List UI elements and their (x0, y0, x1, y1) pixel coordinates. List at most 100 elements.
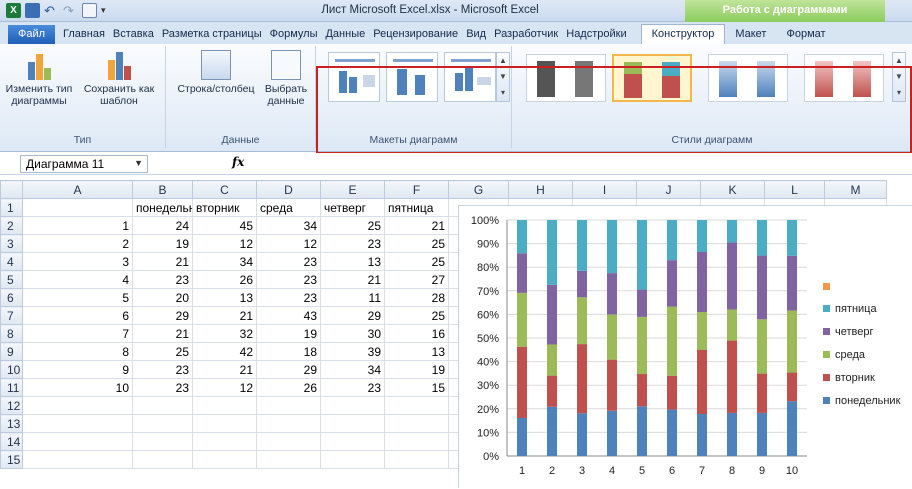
tab-data[interactable]: Данные (321, 25, 369, 44)
cell-F8[interactable]: 16 (384, 324, 449, 343)
tab-review[interactable]: Рецензирование (369, 25, 462, 44)
row-header-12[interactable]: 12 (0, 396, 23, 415)
cell-E2[interactable]: 25 (320, 216, 385, 235)
cell-C8[interactable]: 32 (192, 324, 257, 343)
tab-format[interactable]: Формат (776, 25, 835, 44)
cell-B8[interactable]: 21 (132, 324, 193, 343)
cell-B3[interactable]: 19 (132, 234, 193, 253)
cell-F5[interactable]: 27 (384, 270, 449, 289)
cell-A14[interactable] (22, 432, 133, 451)
row-header-14[interactable]: 14 (0, 432, 23, 451)
cell-E13[interactable] (320, 414, 385, 433)
cell-F10[interactable]: 19 (384, 360, 449, 379)
select-all-corner[interactable] (0, 180, 23, 199)
cell-D6[interactable]: 23 (256, 288, 321, 307)
cell-E1[interactable]: четверг (320, 198, 385, 217)
cell-D15[interactable] (256, 450, 321, 469)
cell-D5[interactable]: 23 (256, 270, 321, 289)
tab-developer[interactable]: Разработчик (490, 25, 562, 44)
row-header-8[interactable]: 8 (0, 324, 23, 343)
cell-F7[interactable]: 25 (384, 306, 449, 325)
cell-C10[interactable]: 21 (192, 360, 257, 379)
cell-F3[interactable]: 25 (384, 234, 449, 253)
cell-C11[interactable]: 12 (192, 378, 257, 397)
cell-A15[interactable] (22, 450, 133, 469)
cell-A7[interactable]: 6 (22, 306, 133, 325)
cell-B9[interactable]: 25 (132, 342, 193, 361)
tab-view[interactable]: Вид (462, 25, 490, 44)
tab-home[interactable]: Главная (59, 25, 109, 44)
cell-F11[interactable]: 15 (384, 378, 449, 397)
cell-D2[interactable]: 34 (256, 216, 321, 235)
redo-icon[interactable]: ↷ (63, 3, 78, 18)
cell-E7[interactable]: 29 (320, 306, 385, 325)
tab-addins[interactable]: Надстройки (562, 25, 630, 44)
column-header-G[interactable]: G (448, 180, 509, 199)
row-header-3[interactable]: 3 (0, 234, 23, 253)
cell-C12[interactable] (192, 396, 257, 415)
switch-row-column-button[interactable]: Строка/столбец (174, 50, 258, 95)
cell-C3[interactable]: 12 (192, 234, 257, 253)
cell-B5[interactable]: 23 (132, 270, 193, 289)
tab-layout[interactable]: Макет (725, 25, 776, 44)
cell-B2[interactable]: 24 (132, 216, 193, 235)
column-header-I[interactable]: I (572, 180, 637, 199)
cell-A3[interactable]: 2 (22, 234, 133, 253)
row-header-15[interactable]: 15 (0, 450, 23, 469)
customize-toolbar-icon[interactable]: ▾ (101, 3, 116, 18)
cell-D14[interactable] (256, 432, 321, 451)
select-data-button[interactable]: Выбрать данные (260, 50, 312, 107)
cell-F2[interactable]: 21 (384, 216, 449, 235)
cell-C5[interactable]: 26 (192, 270, 257, 289)
column-header-A[interactable]: A (22, 180, 133, 199)
row-header-6[interactable]: 6 (0, 288, 23, 307)
column-header-M[interactable]: M (824, 180, 887, 199)
tab-formulas[interactable]: Формулы (266, 25, 322, 44)
row-header-13[interactable]: 13 (0, 414, 23, 433)
cell-A2[interactable]: 1 (22, 216, 133, 235)
cell-D7[interactable]: 43 (256, 306, 321, 325)
cell-E8[interactable]: 30 (320, 324, 385, 343)
column-header-K[interactable]: K (700, 180, 765, 199)
undo-icon[interactable]: ↶ (44, 3, 59, 18)
column-header-F[interactable]: F (384, 180, 449, 199)
cell-A5[interactable]: 4 (22, 270, 133, 289)
tab-page-layout[interactable]: Разметка страницы (158, 25, 266, 44)
cell-F6[interactable]: 28 (384, 288, 449, 307)
cell-A4[interactable]: 3 (22, 252, 133, 271)
cell-B7[interactable]: 29 (132, 306, 193, 325)
cell-F1[interactable]: пятница (384, 198, 449, 217)
cell-A9[interactable]: 8 (22, 342, 133, 361)
cell-A8[interactable]: 7 (22, 324, 133, 343)
save-icon[interactable] (25, 3, 40, 18)
column-header-C[interactable]: C (192, 180, 257, 199)
cell-F4[interactable]: 25 (384, 252, 449, 271)
row-header-11[interactable]: 11 (0, 378, 23, 397)
cell-B15[interactable] (132, 450, 193, 469)
cell-E10[interactable]: 34 (320, 360, 385, 379)
cell-F13[interactable] (384, 414, 449, 433)
cell-D3[interactable]: 12 (256, 234, 321, 253)
cell-A10[interactable]: 9 (22, 360, 133, 379)
cell-A1[interactable] (22, 198, 133, 217)
cell-E6[interactable]: 11 (320, 288, 385, 307)
cell-E14[interactable] (320, 432, 385, 451)
chart-area[interactable]: 0% 10% 20% 30% 40% 50% 60% 70% 80% 90% 100% 1 2 3 4 5 6 7… (458, 205, 912, 488)
cell-B13[interactable] (132, 414, 193, 433)
cell-B4[interactable]: 21 (132, 252, 193, 271)
fx-icon[interactable]: fx (232, 155, 244, 169)
column-header-L[interactable]: L (764, 180, 825, 199)
cell-A6[interactable]: 5 (22, 288, 133, 307)
cell-D9[interactable]: 18 (256, 342, 321, 361)
column-header-D[interactable]: D (256, 180, 321, 199)
cell-E5[interactable]: 21 (320, 270, 385, 289)
cell-B11[interactable]: 23 (132, 378, 193, 397)
row-header-7[interactable]: 7 (0, 306, 23, 325)
cell-E9[interactable]: 39 (320, 342, 385, 361)
cell-D1[interactable]: среда (256, 198, 321, 217)
cell-E11[interactable]: 23 (320, 378, 385, 397)
cell-C9[interactable]: 42 (192, 342, 257, 361)
row-header-10[interactable]: 10 (0, 360, 23, 379)
cell-D8[interactable]: 19 (256, 324, 321, 343)
cell-C14[interactable] (192, 432, 257, 451)
